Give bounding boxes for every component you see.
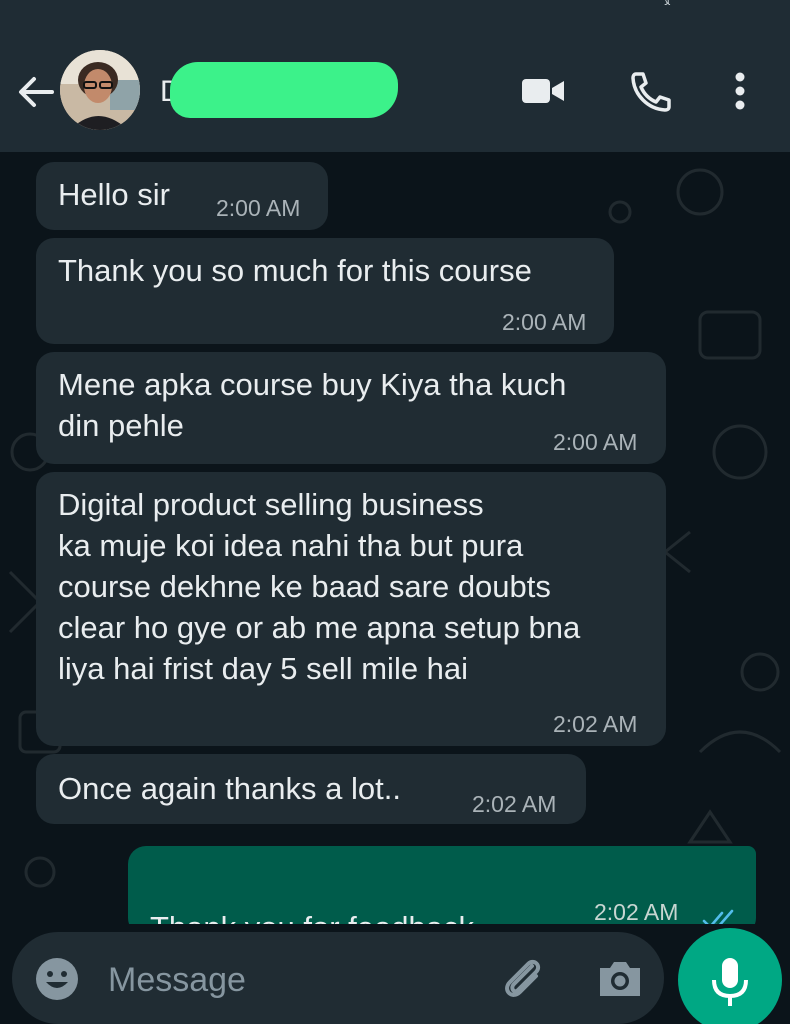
incoming-message-bubble[interactable]: Hello sir 2:00 AM <box>36 162 328 230</box>
emoji-icon[interactable] <box>34 956 80 1002</box>
message-text: Thank you so much for this course <box>58 253 532 288</box>
read-receipt-icon <box>702 900 740 924</box>
chat-header: ﻼ D <box>0 0 790 152</box>
voice-record-button[interactable] <box>678 928 782 1024</box>
message-text: Hello sir <box>58 177 170 212</box>
voice-call-icon[interactable] <box>626 70 674 112</box>
incoming-message-bubble[interactable]: Digital product selling business ka muje… <box>36 472 666 746</box>
message-timestamp: 2:00 AM <box>553 429 638 455</box>
message-input[interactable]: Message <box>108 960 246 1000</box>
attach-icon[interactable] <box>498 952 550 1004</box>
contact-avatar[interactable] <box>60 50 140 130</box>
camera-icon[interactable] <box>594 952 646 1004</box>
incoming-message-bubble[interactable]: Thank you so much for this course 2:00 A… <box>36 238 614 344</box>
video-call-icon[interactable] <box>518 70 566 112</box>
message-timestamp: 2:02 AM <box>594 899 679 924</box>
message-list[interactable]: Hello sir 2:00 AM Thank you so much for … <box>0 152 790 924</box>
message-timestamp: 2:00 AM <box>216 195 301 221</box>
message-text: Digital product selling business ka muje… <box>58 487 581 686</box>
message-timestamp: 2:02 AM <box>553 711 638 737</box>
back-arrow-icon[interactable] <box>16 72 56 112</box>
incoming-message-bubble[interactable]: Once again thanks a lot.. 2:02 AM <box>36 754 586 824</box>
message-timestamp: 2:00 AM <box>502 309 587 335</box>
message-timestamp: 2:02 AM <box>472 791 557 817</box>
more-options-icon[interactable] <box>718 70 762 112</box>
name-redaction-mark <box>170 62 398 118</box>
message-text: Mene apka course buy Kiya tha kuch din p… <box>58 367 567 443</box>
mic-icon <box>712 958 748 1006</box>
message-text: Once again thanks a lot.. <box>58 771 401 806</box>
message-text-content: Thank you for feedback <box>150 910 474 924</box>
outgoing-message-bubble[interactable]: Thank you for feedback 🙏 2:02 AM <box>128 846 756 924</box>
message-text: Thank you for feedback 🙏 <box>150 866 474 924</box>
status-bar-glyph: ﻼ <box>664 0 670 8</box>
incoming-message-bubble[interactable]: Mene apka course buy Kiya tha kuch din p… <box>36 352 666 464</box>
